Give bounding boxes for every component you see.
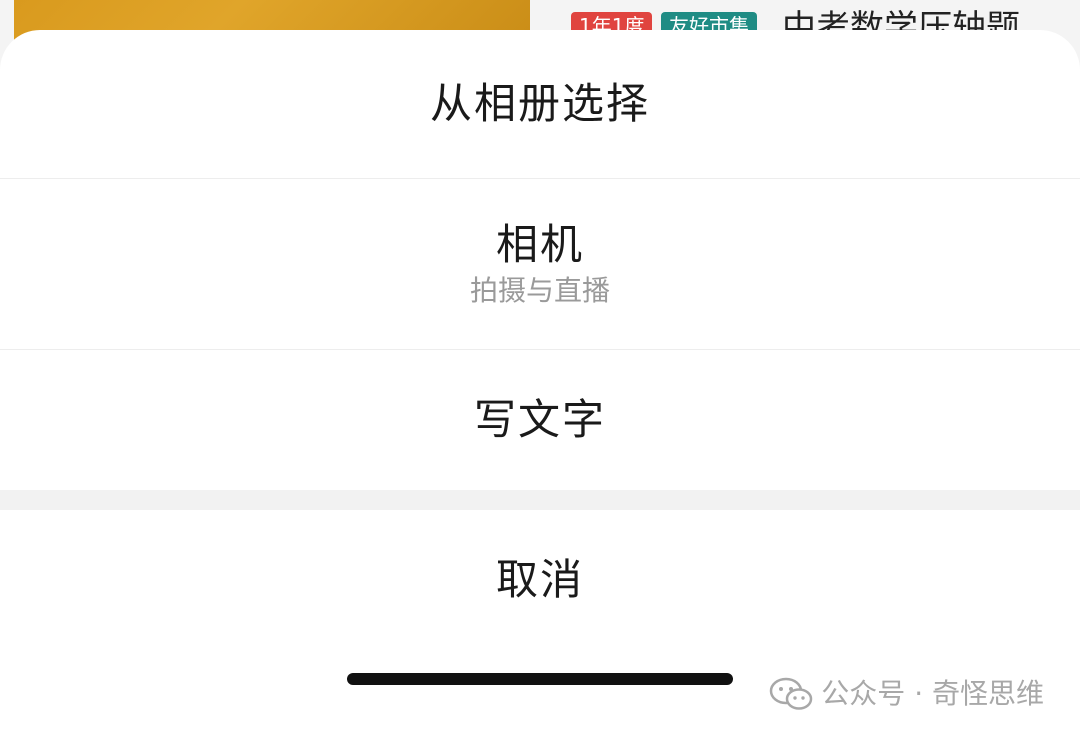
option-write-text[interactable]: 写文字 (0, 350, 1080, 490)
section-gap (0, 490, 1080, 510)
wechat-icon (770, 677, 813, 710)
watermark: 公众号 · 奇怪思维 (769, 676, 1044, 712)
cancel-button[interactable]: 取消 (0, 510, 1080, 650)
option-label: 写文字 (473, 395, 606, 444)
watermark-text: 公众号 · 奇怪思维 (821, 677, 1044, 710)
action-sheet: 从相册选择 相机 拍摄与直播 写文字 取消 公众号 · 奇怪思维 (0, 30, 1080, 737)
option-sublabel: 拍摄与直播 (469, 274, 610, 307)
option-camera[interactable]: 相机 拍摄与直播 (0, 179, 1080, 349)
option-label: 从相册选择 (429, 79, 650, 128)
cancel-label: 取消 (495, 555, 584, 604)
screen: 1年1度 友好市集 中考数学压轴题 从相册选择 相机 拍摄与直播 写文字 取消 (0, 0, 1080, 737)
home-indicator[interactable] (347, 673, 733, 685)
option-choose-from-album[interactable]: 从相册选择 (0, 30, 1080, 178)
option-label: 相机 (495, 220, 584, 269)
